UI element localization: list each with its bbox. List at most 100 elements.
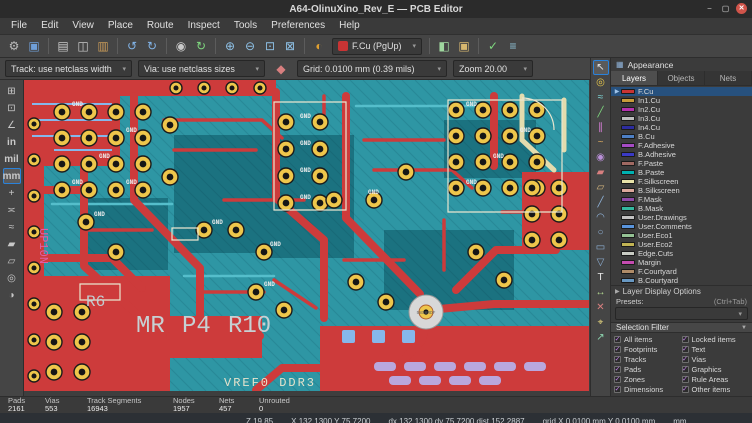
layer-color-swatch[interactable] (621, 251, 635, 256)
ratsnest-icon[interactable]: ≍ (3, 202, 21, 218)
layer-color-swatch[interactable] (621, 143, 635, 148)
grid-dots-icon[interactable]: ⊡ (3, 100, 21, 116)
layer-row-f-courtyard[interactable]: F.Courtyard (611, 267, 752, 276)
undo-icon[interactable]: ↺ (123, 37, 141, 55)
layer-color-swatch[interactable] (621, 170, 635, 175)
polar-coords-icon[interactable]: ∠ (3, 117, 21, 133)
text-tool-icon[interactable]: T (593, 270, 609, 285)
filter-dimensions[interactable]: ✓Dimensions (614, 385, 682, 394)
layer-row-in4-cu[interactable]: In4.Cu (611, 123, 752, 132)
menu-inspect[interactable]: Inspect (181, 18, 227, 34)
layer-pair-icon[interactable]: ◐ (310, 37, 328, 55)
diff-pair-tool-icon[interactable]: ∥ (593, 120, 609, 135)
layer-row-b-cu[interactable]: B.Cu (611, 132, 752, 141)
tab-layers[interactable]: Layers (611, 71, 658, 85)
checkbox[interactable]: ✓ (614, 386, 621, 393)
layer-color-swatch[interactable] (621, 125, 635, 130)
layer-row-b-courtyard[interactable]: B.Courtyard (611, 276, 752, 285)
layer-row-user-drawings[interactable]: User.Drawings (611, 213, 752, 222)
filter-footprints[interactable]: ✓Footprints (614, 345, 682, 354)
layer-row-in2-cu[interactable]: In2.Cu (611, 105, 752, 114)
layer-color-swatch[interactable] (621, 215, 635, 220)
layer-row-edge-cuts[interactable]: Edge.Cuts (611, 249, 752, 258)
layer-color-swatch[interactable] (621, 116, 635, 121)
layer-row-f-cu[interactable]: ▶F.Cu (611, 87, 752, 96)
tune-length-tool-icon[interactable]: ~ (593, 135, 609, 150)
page-settings-icon[interactable]: ▤ (54, 37, 72, 55)
checkbox[interactable]: ✓ (614, 356, 621, 363)
layer-row-f-silkscreen[interactable]: F.Silkscreen (611, 177, 752, 186)
checkbox[interactable]: ✓ (614, 366, 621, 373)
units-mils-icon[interactable]: mil (3, 151, 21, 167)
checkbox[interactable]: ✓ (682, 386, 689, 393)
checkbox[interactable]: ✓ (682, 376, 689, 383)
tab-nets[interactable]: Nets (705, 71, 752, 85)
highlight-net-tool-icon[interactable]: ◎ (593, 75, 609, 90)
layer-row-margin[interactable]: Margin (611, 258, 752, 267)
rectangle-tool-icon[interactable]: ▭ (593, 240, 609, 255)
footprint-editor-icon[interactable]: ◧ (435, 37, 453, 55)
auto-track-width-icon[interactable]: ◆ (272, 60, 290, 78)
filter-rule-areas[interactable]: ✓Rule Areas (682, 375, 750, 384)
arc-tool-icon[interactable]: ◠ (593, 210, 609, 225)
script-console-icon[interactable]: ≡ (504, 37, 522, 55)
zone-tool-icon[interactable]: ▰ (593, 165, 609, 180)
save-icon[interactable]: ▣ (25, 37, 43, 55)
layer-row-b-mask[interactable]: B.Mask (611, 204, 752, 213)
dimension-tool-icon[interactable]: ↔ (593, 285, 609, 300)
units-mm-icon[interactable]: mm (3, 168, 21, 184)
layer-row-user-eco2[interactable]: User.Eco2 (611, 240, 752, 249)
layer-row-b-adhesive[interactable]: B.Adhesive (611, 150, 752, 159)
track-width-selector[interactable]: Track: use netclass width ▾ (5, 60, 132, 77)
checkbox[interactable]: ✓ (614, 376, 621, 383)
rule-area-tool-icon[interactable]: ▱ (593, 180, 609, 195)
layer-color-swatch[interactable] (621, 233, 635, 238)
layer-color-swatch[interactable] (621, 242, 635, 247)
pcb-canvas[interactable]: GNDGNDGNDGNDGNDGNDGNDGNDGNDGNDGNDGNDGNDG… (24, 80, 589, 391)
measure-tool-icon[interactable]: ↗ (593, 330, 609, 345)
layer-row-f-paste[interactable]: F.Paste (611, 159, 752, 168)
grid-visibility-icon[interactable]: ⊞ (3, 83, 21, 99)
plot-icon[interactable]: ▥ (94, 37, 112, 55)
refresh-icon[interactable]: ↻ (192, 37, 210, 55)
layer-display-options[interactable]: ▶ Layer Display Options (611, 285, 752, 296)
circle-tool-icon[interactable]: ○ (593, 225, 609, 240)
menu-preferences[interactable]: Preferences (264, 18, 332, 34)
layer-row-in1-cu[interactable]: In1.Cu (611, 96, 752, 105)
layer-row-f-mask[interactable]: F.Mask (611, 195, 752, 204)
layer-color-swatch[interactable] (621, 260, 635, 265)
checkbox[interactable]: ✓ (682, 366, 689, 373)
zoom-selector[interactable]: Zoom 20.00 ▾ (453, 60, 533, 77)
layer-color-swatch[interactable] (621, 161, 635, 166)
zone-outline-icon[interactable]: ▱ (3, 253, 21, 269)
layer-row-user-comments[interactable]: User.Comments (611, 222, 752, 231)
filter-pads[interactable]: ✓Pads (614, 365, 682, 374)
layer-row-f-adhesive[interactable]: F.Adhesive (611, 141, 752, 150)
filter-tracks[interactable]: ✓Tracks (614, 355, 682, 364)
line-tool-icon[interactable]: ╱ (593, 195, 609, 210)
redo-icon[interactable]: ↻ (143, 37, 161, 55)
layer-color-swatch[interactable] (621, 179, 635, 184)
layer-row-in3-cu[interactable]: In3.Cu (611, 114, 752, 123)
filter-text[interactable]: ✓Text (682, 345, 750, 354)
checkbox[interactable]: ✓ (682, 346, 689, 353)
drc-icon[interactable]: ✓ (484, 37, 502, 55)
curved-ratsnest-icon[interactable]: ≈ (3, 219, 21, 235)
menu-tools[interactable]: Tools (227, 18, 264, 34)
layer-color-swatch[interactable] (621, 188, 635, 193)
layer-color-swatch[interactable] (621, 89, 635, 94)
units-inches-icon[interactable]: in (3, 134, 21, 150)
filter-locked-items[interactable]: ✓Locked items (682, 335, 750, 344)
tab-objects[interactable]: Objects (658, 71, 705, 85)
origin-tool-icon[interactable]: ⌖ (593, 315, 609, 330)
titlebar[interactable]: A64-OlinuXino_Rev_E — PCB Editor – ▢ ✕ (0, 0, 752, 18)
menu-file[interactable]: File (4, 18, 34, 34)
zone-fill-icon[interactable]: ▰ (3, 236, 21, 252)
route-track-tool-icon[interactable]: ╱ (593, 105, 609, 120)
presets-selector[interactable]: ▾ (615, 307, 748, 320)
polygon-tool-icon[interactable]: ▽ (593, 255, 609, 270)
layer-color-swatch[interactable] (621, 152, 635, 157)
checkbox[interactable]: ✓ (614, 346, 621, 353)
selection-filter-header[interactable]: Selection Filter ▼ (611, 322, 752, 333)
checkbox[interactable]: ✓ (682, 336, 689, 343)
